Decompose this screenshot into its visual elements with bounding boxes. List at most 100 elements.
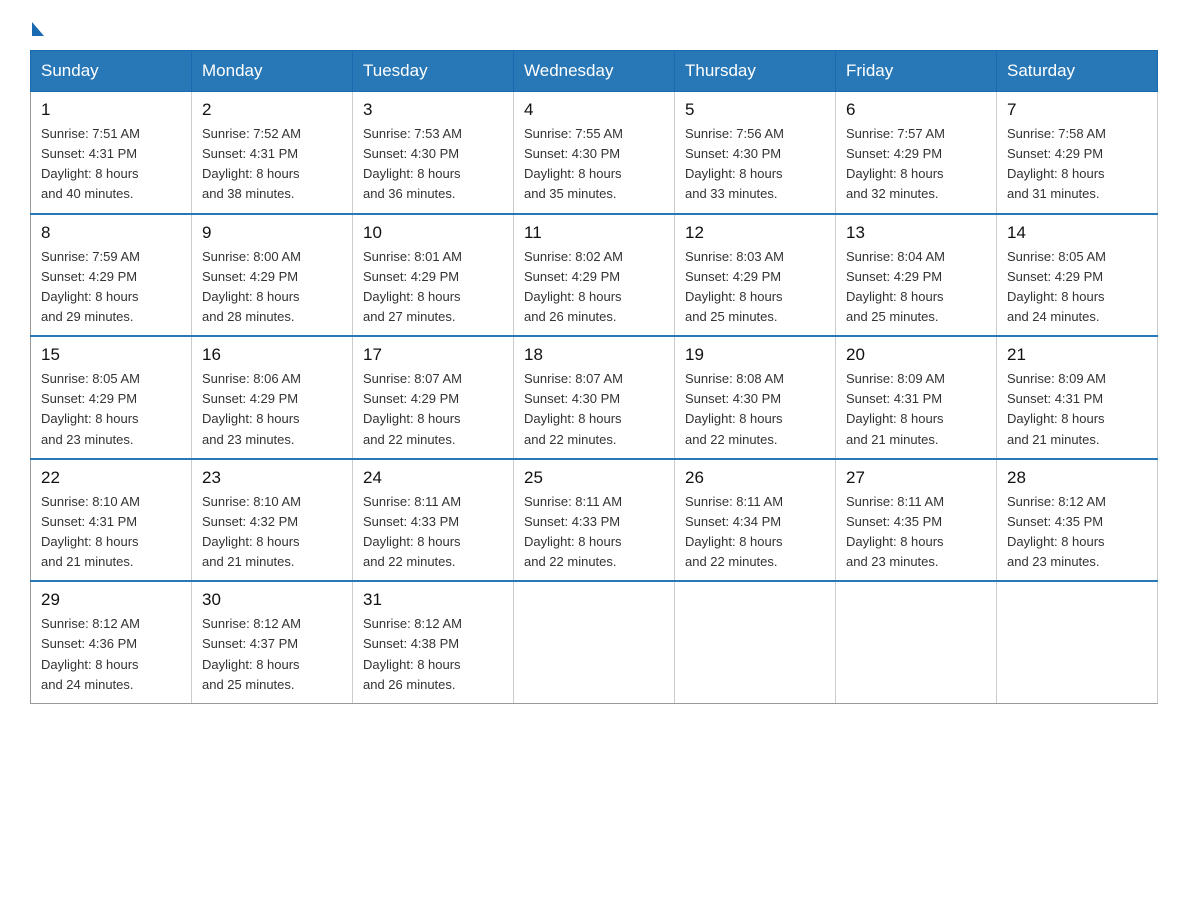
header: [30, 20, 1158, 32]
table-row: 28 Sunrise: 8:12 AMSunset: 4:35 PMDaylig…: [997, 459, 1158, 582]
day-info: Sunrise: 7:58 AMSunset: 4:29 PMDaylight:…: [1007, 124, 1147, 205]
header-row: Sunday Monday Tuesday Wednesday Thursday…: [31, 51, 1158, 92]
day-info: Sunrise: 8:11 AMSunset: 4:33 PMDaylight:…: [363, 492, 503, 573]
day-info: Sunrise: 8:09 AMSunset: 4:31 PMDaylight:…: [1007, 369, 1147, 450]
calendar-week-row: 1 Sunrise: 7:51 AMSunset: 4:31 PMDayligh…: [31, 92, 1158, 214]
table-row: [997, 581, 1158, 703]
table-row: 12 Sunrise: 8:03 AMSunset: 4:29 PMDaylig…: [675, 214, 836, 337]
table-row: 9 Sunrise: 8:00 AMSunset: 4:29 PMDayligh…: [192, 214, 353, 337]
day-info: Sunrise: 8:10 AMSunset: 4:31 PMDaylight:…: [41, 492, 181, 573]
day-info: Sunrise: 8:00 AMSunset: 4:29 PMDaylight:…: [202, 247, 342, 328]
table-row: 29 Sunrise: 8:12 AMSunset: 4:36 PMDaylig…: [31, 581, 192, 703]
table-row: 8 Sunrise: 7:59 AMSunset: 4:29 PMDayligh…: [31, 214, 192, 337]
calendar-week-row: 22 Sunrise: 8:10 AMSunset: 4:31 PMDaylig…: [31, 459, 1158, 582]
table-row: 27 Sunrise: 8:11 AMSunset: 4:35 PMDaylig…: [836, 459, 997, 582]
table-row: [514, 581, 675, 703]
day-info: Sunrise: 7:57 AMSunset: 4:29 PMDaylight:…: [846, 124, 986, 205]
day-info: Sunrise: 7:51 AMSunset: 4:31 PMDaylight:…: [41, 124, 181, 205]
day-info: Sunrise: 8:07 AMSunset: 4:29 PMDaylight:…: [363, 369, 503, 450]
day-number: 7: [1007, 100, 1147, 120]
table-row: 23 Sunrise: 8:10 AMSunset: 4:32 PMDaylig…: [192, 459, 353, 582]
day-info: Sunrise: 8:06 AMSunset: 4:29 PMDaylight:…: [202, 369, 342, 450]
day-info: Sunrise: 8:12 AMSunset: 4:35 PMDaylight:…: [1007, 492, 1147, 573]
day-info: Sunrise: 7:59 AMSunset: 4:29 PMDaylight:…: [41, 247, 181, 328]
day-number: 2: [202, 100, 342, 120]
logo: [30, 20, 44, 32]
day-number: 4: [524, 100, 664, 120]
calendar-table: Sunday Monday Tuesday Wednesday Thursday…: [30, 50, 1158, 704]
day-number: 19: [685, 345, 825, 365]
table-row: 4 Sunrise: 7:55 AMSunset: 4:30 PMDayligh…: [514, 92, 675, 214]
col-wednesday: Wednesday: [514, 51, 675, 92]
day-number: 10: [363, 223, 503, 243]
day-info: Sunrise: 8:11 AMSunset: 4:35 PMDaylight:…: [846, 492, 986, 573]
day-number: 5: [685, 100, 825, 120]
day-number: 26: [685, 468, 825, 488]
day-info: Sunrise: 8:05 AMSunset: 4:29 PMDaylight:…: [1007, 247, 1147, 328]
day-number: 29: [41, 590, 181, 610]
table-row: 3 Sunrise: 7:53 AMSunset: 4:30 PMDayligh…: [353, 92, 514, 214]
table-row: 17 Sunrise: 8:07 AMSunset: 4:29 PMDaylig…: [353, 336, 514, 459]
table-row: 26 Sunrise: 8:11 AMSunset: 4:34 PMDaylig…: [675, 459, 836, 582]
day-info: Sunrise: 7:53 AMSunset: 4:30 PMDaylight:…: [363, 124, 503, 205]
day-number: 13: [846, 223, 986, 243]
day-number: 14: [1007, 223, 1147, 243]
table-row: 25 Sunrise: 8:11 AMSunset: 4:33 PMDaylig…: [514, 459, 675, 582]
table-row: 22 Sunrise: 8:10 AMSunset: 4:31 PMDaylig…: [31, 459, 192, 582]
table-row: [675, 581, 836, 703]
col-friday: Friday: [836, 51, 997, 92]
calendar-week-row: 15 Sunrise: 8:05 AMSunset: 4:29 PMDaylig…: [31, 336, 1158, 459]
day-number: 23: [202, 468, 342, 488]
table-row: 24 Sunrise: 8:11 AMSunset: 4:33 PMDaylig…: [353, 459, 514, 582]
day-info: Sunrise: 8:11 AMSunset: 4:33 PMDaylight:…: [524, 492, 664, 573]
day-number: 12: [685, 223, 825, 243]
day-number: 28: [1007, 468, 1147, 488]
col-monday: Monday: [192, 51, 353, 92]
day-number: 31: [363, 590, 503, 610]
table-row: 31 Sunrise: 8:12 AMSunset: 4:38 PMDaylig…: [353, 581, 514, 703]
day-info: Sunrise: 8:07 AMSunset: 4:30 PMDaylight:…: [524, 369, 664, 450]
day-number: 3: [363, 100, 503, 120]
table-row: 20 Sunrise: 8:09 AMSunset: 4:31 PMDaylig…: [836, 336, 997, 459]
day-info: Sunrise: 8:02 AMSunset: 4:29 PMDaylight:…: [524, 247, 664, 328]
day-info: Sunrise: 7:56 AMSunset: 4:30 PMDaylight:…: [685, 124, 825, 205]
day-info: Sunrise: 7:55 AMSunset: 4:30 PMDaylight:…: [524, 124, 664, 205]
day-number: 25: [524, 468, 664, 488]
table-row: [836, 581, 997, 703]
col-thursday: Thursday: [675, 51, 836, 92]
table-row: 18 Sunrise: 8:07 AMSunset: 4:30 PMDaylig…: [514, 336, 675, 459]
table-row: 16 Sunrise: 8:06 AMSunset: 4:29 PMDaylig…: [192, 336, 353, 459]
logo-arrow-icon: [32, 22, 44, 36]
day-info: Sunrise: 8:04 AMSunset: 4:29 PMDaylight:…: [846, 247, 986, 328]
table-row: 2 Sunrise: 7:52 AMSunset: 4:31 PMDayligh…: [192, 92, 353, 214]
table-row: 1 Sunrise: 7:51 AMSunset: 4:31 PMDayligh…: [31, 92, 192, 214]
day-info: Sunrise: 8:03 AMSunset: 4:29 PMDaylight:…: [685, 247, 825, 328]
day-info: Sunrise: 8:12 AMSunset: 4:38 PMDaylight:…: [363, 614, 503, 695]
day-number: 18: [524, 345, 664, 365]
day-info: Sunrise: 8:12 AMSunset: 4:37 PMDaylight:…: [202, 614, 342, 695]
table-row: 14 Sunrise: 8:05 AMSunset: 4:29 PMDaylig…: [997, 214, 1158, 337]
calendar-week-row: 29 Sunrise: 8:12 AMSunset: 4:36 PMDaylig…: [31, 581, 1158, 703]
table-row: 6 Sunrise: 7:57 AMSunset: 4:29 PMDayligh…: [836, 92, 997, 214]
day-number: 16: [202, 345, 342, 365]
day-info: Sunrise: 8:12 AMSunset: 4:36 PMDaylight:…: [41, 614, 181, 695]
day-info: Sunrise: 8:08 AMSunset: 4:30 PMDaylight:…: [685, 369, 825, 450]
day-number: 1: [41, 100, 181, 120]
table-row: 21 Sunrise: 8:09 AMSunset: 4:31 PMDaylig…: [997, 336, 1158, 459]
table-row: 7 Sunrise: 7:58 AMSunset: 4:29 PMDayligh…: [997, 92, 1158, 214]
day-number: 21: [1007, 345, 1147, 365]
day-info: Sunrise: 8:10 AMSunset: 4:32 PMDaylight:…: [202, 492, 342, 573]
day-info: Sunrise: 8:01 AMSunset: 4:29 PMDaylight:…: [363, 247, 503, 328]
table-row: 15 Sunrise: 8:05 AMSunset: 4:29 PMDaylig…: [31, 336, 192, 459]
table-row: 13 Sunrise: 8:04 AMSunset: 4:29 PMDaylig…: [836, 214, 997, 337]
table-row: 19 Sunrise: 8:08 AMSunset: 4:30 PMDaylig…: [675, 336, 836, 459]
day-number: 24: [363, 468, 503, 488]
day-number: 6: [846, 100, 986, 120]
day-info: Sunrise: 8:11 AMSunset: 4:34 PMDaylight:…: [685, 492, 825, 573]
table-row: 10 Sunrise: 8:01 AMSunset: 4:29 PMDaylig…: [353, 214, 514, 337]
day-info: Sunrise: 8:05 AMSunset: 4:29 PMDaylight:…: [41, 369, 181, 450]
day-number: 30: [202, 590, 342, 610]
day-number: 9: [202, 223, 342, 243]
day-number: 20: [846, 345, 986, 365]
col-sunday: Sunday: [31, 51, 192, 92]
